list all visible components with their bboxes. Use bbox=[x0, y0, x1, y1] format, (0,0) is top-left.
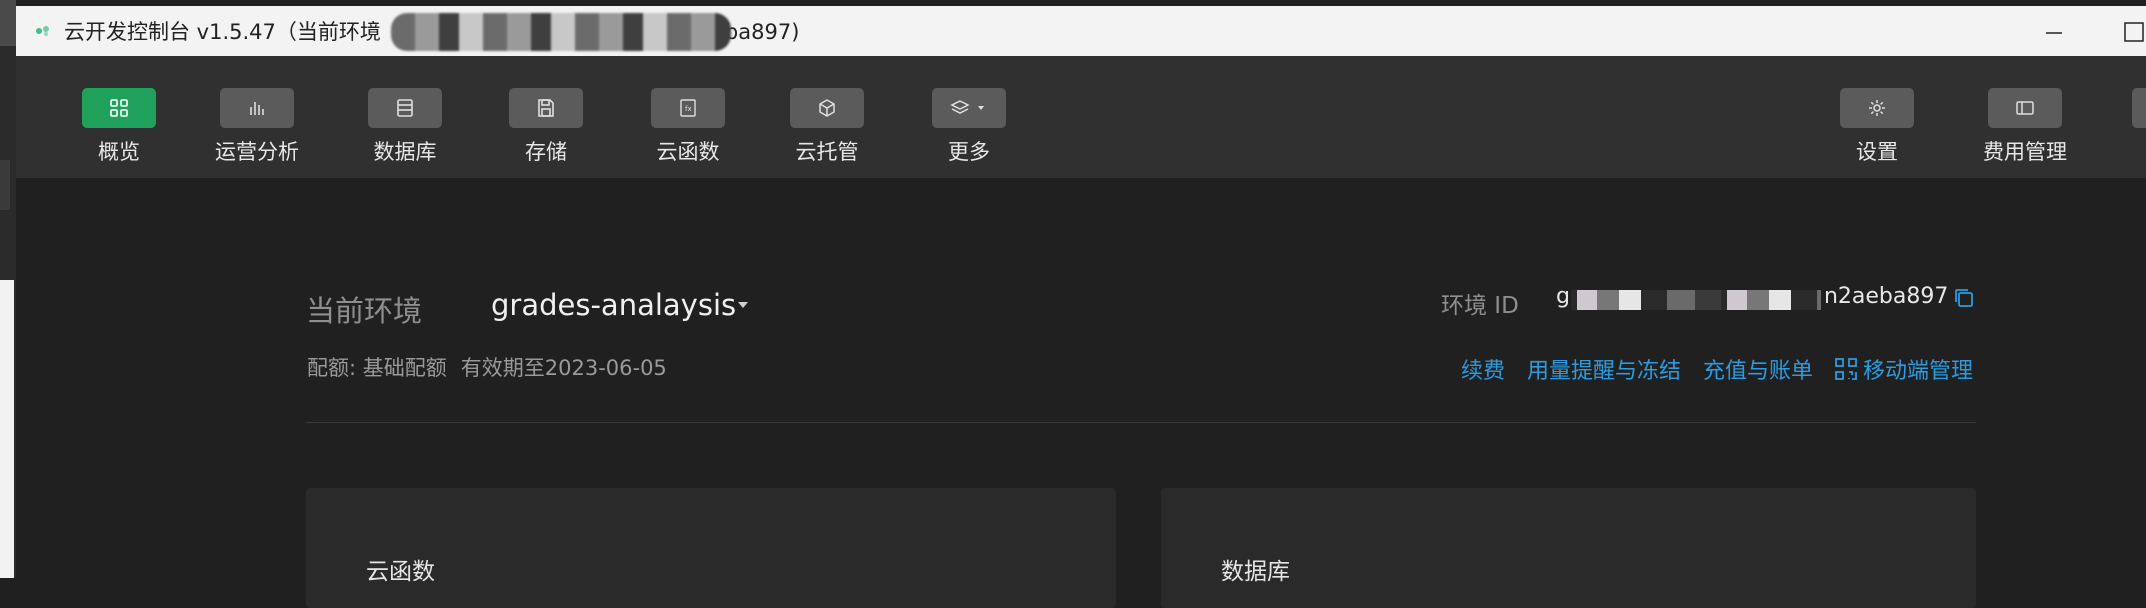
toolbar-analytics[interactable]: 运营分析 bbox=[202, 88, 312, 166]
mobile-manage-link[interactable]: 移动端管理 bbox=[1833, 353, 1973, 385]
database-icon bbox=[368, 88, 442, 128]
functions-card[interactable]: 云函数 bbox=[306, 488, 1116, 608]
window-titlebar: 云开发控制台 v1.5.47（当前环境 ba897) bbox=[16, 6, 2146, 56]
renew-link[interactable]: 续费 bbox=[1461, 353, 1505, 385]
background-window-edge bbox=[0, 0, 16, 578]
background-window-fragment bbox=[0, 160, 10, 210]
toolbar-functions-label: 云函数 bbox=[656, 140, 720, 164]
toolbar-more-label: 更多 bbox=[948, 140, 990, 164]
window-title-suffix: ba897) bbox=[724, 20, 800, 44]
toolbar-database[interactable]: 数据库 bbox=[350, 88, 460, 166]
redacted-env-id bbox=[1571, 290, 1821, 310]
cube-icon bbox=[790, 88, 864, 128]
billing-icon bbox=[1988, 88, 2062, 128]
toolbar-analytics-label: 运营分析 bbox=[215, 140, 299, 164]
toolbar-overview-label: 概览 bbox=[98, 140, 140, 164]
save-icon bbox=[509, 88, 583, 128]
env-id-label: 环境 ID bbox=[1441, 293, 1519, 319]
qr-code-icon bbox=[1835, 358, 1857, 380]
usage-alert-link[interactable]: 用量提醒与冻结 bbox=[1527, 353, 1681, 385]
env-id-suffix: n2aeba897 bbox=[1823, 284, 1949, 309]
background-window-top bbox=[0, 0, 16, 46]
main-content: 当前环境 grades-analaysis 配额: 基础配额 有效期至2023-0… bbox=[16, 178, 2146, 608]
cloud-dev-logo-icon bbox=[32, 20, 54, 42]
grid-icon bbox=[82, 88, 156, 128]
bar-chart-icon bbox=[220, 88, 294, 128]
env-actions: 续费 用量提醒与冻结 充值与账单 移动端管理 bbox=[1439, 353, 1973, 385]
svg-text:fx: fx bbox=[685, 105, 692, 113]
recharge-link[interactable]: 充值与账单 bbox=[1703, 353, 1813, 385]
current-env-label: 当前环境 bbox=[306, 294, 423, 328]
toolbar-storage-label: 存储 bbox=[525, 140, 567, 164]
database-card[interactable]: 数据库 bbox=[1161, 488, 1976, 608]
minimize-button[interactable] bbox=[2036, 21, 2072, 45]
quota-label: 配额: 基础配额 bbox=[307, 356, 447, 380]
toolbar-billing-label: 费用管理 bbox=[1983, 140, 2067, 164]
toolbar-storage[interactable]: 存储 bbox=[491, 88, 601, 166]
toolbar-cloud-hosting[interactable]: 云托管 bbox=[772, 88, 882, 166]
toolbar-cloud-hosting-label: 云托管 bbox=[795, 140, 859, 164]
copy-icon[interactable] bbox=[1952, 286, 1976, 310]
toolbar-overflow-button[interactable] bbox=[2132, 88, 2146, 128]
background-window-fragment-light bbox=[0, 280, 14, 578]
layers-icon bbox=[932, 88, 1006, 128]
quota-info: 配额: 基础配额 有效期至2023-06-05 bbox=[307, 352, 667, 382]
maximize-button[interactable] bbox=[2122, 20, 2146, 44]
env-selector[interactable]: grades-analaysis bbox=[491, 288, 736, 322]
main-toolbar: 概览 运营分析 数据库 存储 fx 云函数 云托管 更多 设置 费用管理 bbox=[16, 56, 2146, 178]
toolbar-functions[interactable]: fx 云函数 bbox=[633, 88, 743, 166]
toolbar-database-label: 数据库 bbox=[373, 140, 437, 164]
valid-until: 有效期至2023-06-05 bbox=[460, 356, 667, 380]
redacted-env-name bbox=[391, 13, 731, 51]
functions-card-title: 云函数 bbox=[366, 559, 435, 585]
gear-icon bbox=[1840, 88, 1914, 128]
section-divider bbox=[306, 422, 1976, 423]
toolbar-billing[interactable]: 费用管理 bbox=[1970, 88, 2080, 166]
caret-down-icon[interactable] bbox=[738, 302, 748, 308]
function-icon: fx bbox=[651, 88, 725, 128]
toolbar-more[interactable]: 更多 bbox=[914, 88, 1024, 166]
mobile-manage-label: 移动端管理 bbox=[1862, 359, 1973, 384]
window-title-text: 云开发控制台 v1.5.47（当前环境 bbox=[64, 20, 381, 44]
database-card-title: 数据库 bbox=[1221, 559, 1290, 585]
toolbar-settings[interactable]: 设置 bbox=[1822, 88, 1932, 166]
env-id-prefix: g bbox=[1556, 284, 1570, 309]
toolbar-overview[interactable]: 概览 bbox=[64, 88, 174, 166]
toolbar-settings-label: 设置 bbox=[1856, 140, 1898, 164]
